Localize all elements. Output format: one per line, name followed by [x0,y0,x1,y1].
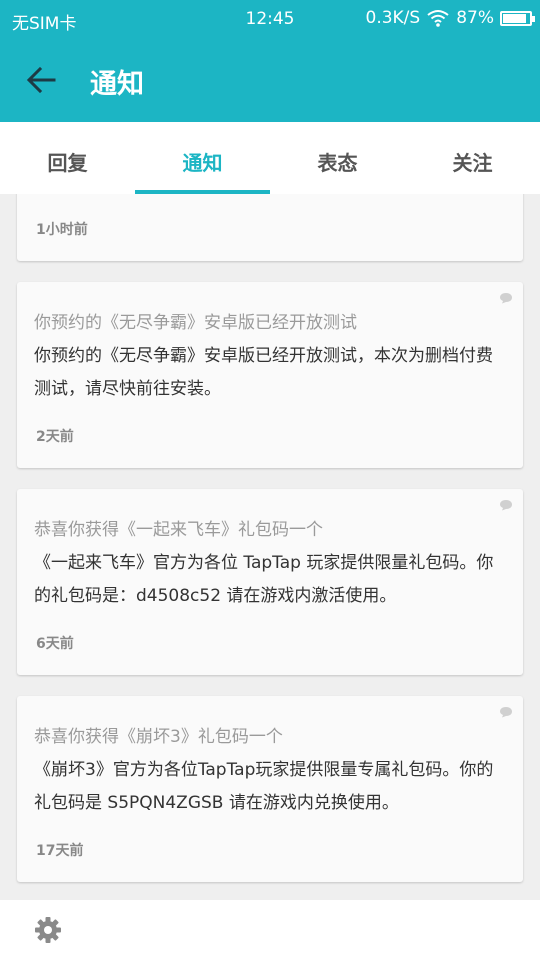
app-bar: 通知 [0,38,540,122]
comment-bubble-icon [500,500,512,511]
comment-bubble-icon [500,293,512,304]
settings-button[interactable] [34,916,62,944]
notification-time: 6天前 [36,636,74,652]
notification-list[interactable]: 1小时前 你预约的《无尽争霸》安卓版已经开放测试 你预约的《无尽争霸》安卓版已经… [0,194,540,900]
back-button[interactable] [20,60,64,100]
page-title: 通知 [90,69,144,100]
gear-icon [35,917,61,943]
tab-reactions[interactable]: 表态 [270,122,405,194]
arrow-left-icon [26,66,56,94]
status-bar: 无SIM卡 12:45 0.3K/S 87% [0,0,540,38]
notification-title: 恭喜你获得《一起来飞车》礼包码一个 [34,520,323,540]
tab-notifications[interactable]: 通知 [135,122,270,194]
status-indicators: 0.3K/S 87% [365,8,535,28]
tab-follows[interactable]: 关注 [405,122,540,194]
notification-body: 《崩坏3》官方为各位TapTap玩家提供限量专属礼包码。你的礼包码是 S5PQN… [34,760,494,813]
notification-card[interactable]: 恭喜你获得《崩坏3》礼包码一个 《崩坏3》官方为各位TapTap玩家提供限量专属… [17,696,523,882]
notification-time: 17天前 [36,843,84,859]
notification-body: 你预约的《无尽争霸》安卓版已经开放测试，本次为删档付费测试，请尽快前往安装。 [34,346,493,399]
battery-icon [500,10,535,26]
notification-title: 恭喜你获得《崩坏3》礼包码一个 [34,727,283,747]
wifi-icon [427,10,449,27]
battery-percent: 87% [456,8,494,28]
notification-time: 1小时前 [36,222,88,238]
notification-card[interactable]: 恭喜你获得《一起来飞车》礼包码一个 《一起来飞车》官方为各位 TapTap 玩家… [17,489,523,675]
comment-bubble-icon [500,707,512,718]
bottom-bar [0,900,540,960]
notification-body: 《一起来飞车》官方为各位 TapTap 玩家提供限量礼包码。你的礼包码是：d45… [34,553,494,606]
notification-card[interactable]: 1小时前 [17,194,523,261]
network-speed: 0.3K/S [365,8,421,28]
tab-bar: 回复 通知 表态 关注 [0,122,540,194]
tab-replies[interactable]: 回复 [0,122,135,194]
notification-card[interactable]: 你预约的《无尽争霸》安卓版已经开放测试 你预约的《无尽争霸》安卓版已经开放测试，… [17,282,523,468]
notification-time: 2天前 [36,429,74,445]
notification-title: 你预约的《无尽争霸》安卓版已经开放测试 [34,313,357,333]
